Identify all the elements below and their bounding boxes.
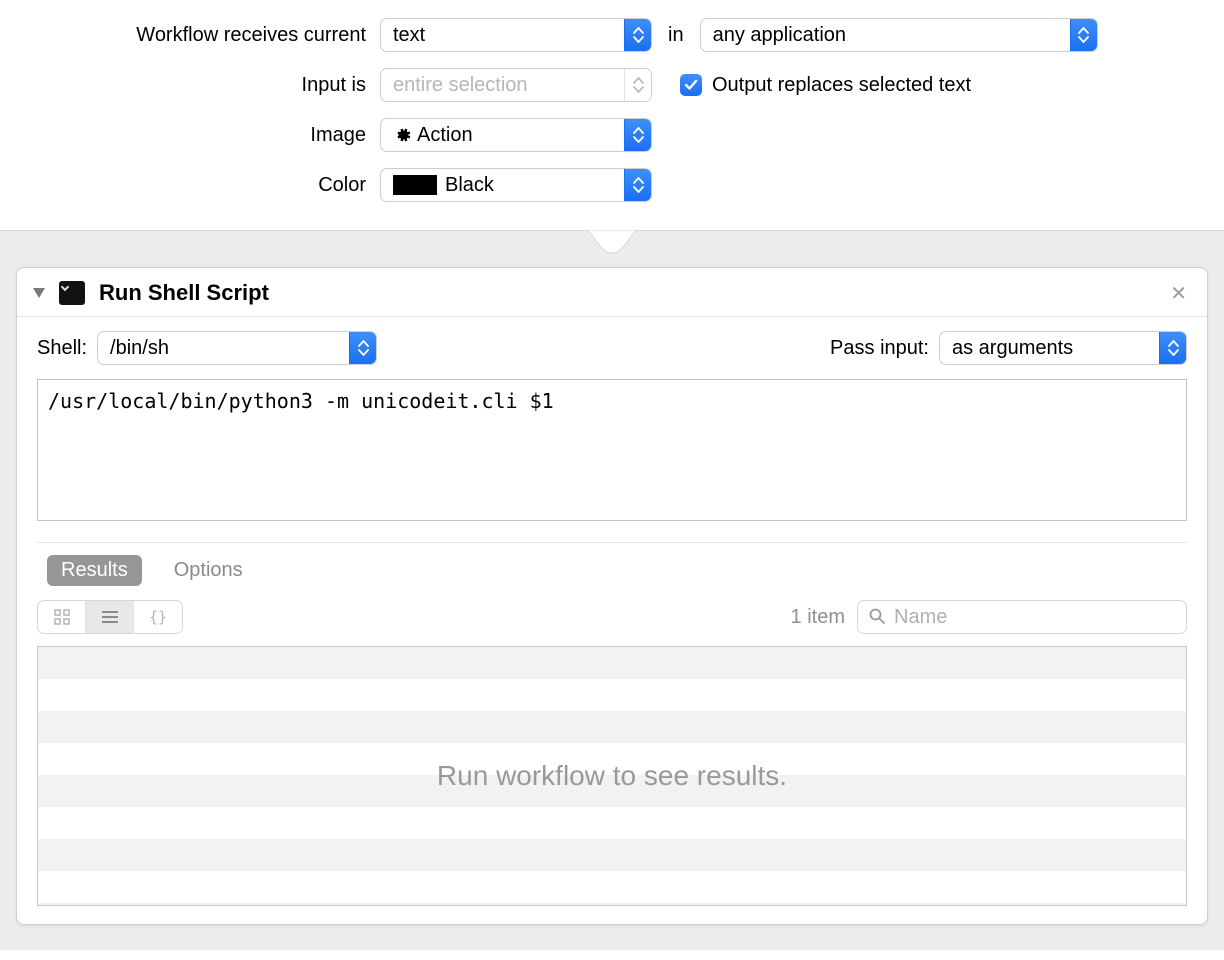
stepper-icon — [1159, 332, 1186, 364]
receives-popup[interactable]: text — [380, 18, 652, 52]
color-value-wrap: Black — [381, 174, 624, 197]
image-value: Action — [417, 124, 473, 147]
image-value-wrap: Action — [381, 124, 624, 147]
gear-icon — [393, 126, 411, 144]
pass-input-value: as arguments — [940, 337, 1159, 360]
action-title: Run Shell Script — [99, 280, 1166, 306]
input-is-value: entire selection — [381, 74, 624, 97]
application-popup[interactable]: any application — [700, 18, 1098, 52]
action-body: Shell: /bin/sh Pass input: as arguments — [17, 317, 1207, 542]
shell-pass-row: Shell: /bin/sh Pass input: as arguments — [37, 331, 1187, 365]
tab-results[interactable]: Results — [47, 555, 142, 586]
stepper-icon — [1070, 19, 1097, 51]
view-list-icon[interactable] — [86, 601, 134, 633]
stepper-icon — [349, 332, 376, 364]
output-replaces-checkbox[interactable]: Output replaces selected text — [680, 74, 971, 97]
stepper-icon — [624, 69, 651, 101]
application-value: any application — [701, 24, 1070, 47]
action-header: Run Shell Script ✕ — [17, 268, 1207, 317]
config-row-input-is: Input is entire selection Output replace… — [0, 68, 1224, 102]
input-is-label: Input is — [0, 74, 380, 97]
pass-input-popup[interactable]: as arguments — [939, 331, 1187, 365]
color-value: Black — [445, 174, 494, 197]
stepper-icon — [624, 19, 651, 51]
receives-value: text — [381, 24, 624, 47]
config-row-receives: Workflow receives current text in any ap… — [0, 18, 1224, 52]
stepper-icon — [624, 119, 651, 151]
pass-input-label: Pass input: — [830, 337, 929, 360]
stepper-icon — [624, 169, 651, 201]
in-label: in — [652, 24, 700, 47]
shell-label: Shell: — [37, 337, 87, 360]
tabs-row: Results Options — [17, 543, 1207, 600]
results-search[interactable] — [857, 600, 1187, 634]
config-row-color: Color Black — [0, 168, 1224, 202]
results-item-count: 1 item — [791, 606, 845, 629]
checkbox-checked-icon — [680, 74, 702, 96]
close-icon[interactable]: ✕ — [1166, 281, 1191, 306]
canvas-notch — [584, 230, 640, 254]
script-textarea[interactable] — [37, 379, 1187, 521]
disclosure-triangle-icon[interactable] — [31, 286, 47, 300]
workflow-config: Workflow receives current text in any ap… — [0, 0, 1224, 230]
search-icon — [868, 607, 886, 628]
tab-options[interactable]: Options — [160, 555, 257, 586]
shell-value: /bin/sh — [98, 337, 349, 360]
view-mode-segmented[interactable]: {} — [37, 600, 183, 634]
shell-popup[interactable]: /bin/sh — [97, 331, 377, 365]
config-row-image: Image Action — [0, 118, 1224, 152]
view-icons-icon[interactable] — [38, 601, 86, 633]
color-swatch-black — [393, 175, 437, 195]
output-replaces-label: Output replaces selected text — [712, 74, 971, 97]
terminal-icon — [59, 281, 85, 305]
view-braces-icon[interactable]: {} — [134, 601, 182, 633]
results-table: Run workflow to see results. — [37, 646, 1187, 906]
workflow-canvas: Run Shell Script ✕ Shell: /bin/sh Pass i… — [0, 230, 1224, 950]
color-popup[interactable]: Black — [380, 168, 652, 202]
color-label: Color — [0, 174, 380, 197]
image-label: Image — [0, 124, 380, 147]
action-run-shell-script: Run Shell Script ✕ Shell: /bin/sh Pass i… — [16, 267, 1208, 925]
input-is-popup[interactable]: entire selection — [380, 68, 652, 102]
results-toolbar: {} 1 item — [17, 600, 1207, 646]
image-popup[interactable]: Action — [380, 118, 652, 152]
results-placeholder: Run workflow to see results. — [38, 647, 1186, 905]
receives-label: Workflow receives current — [0, 24, 380, 47]
results-search-input[interactable] — [894, 606, 1176, 629]
svg-text:{}: {} — [149, 608, 167, 626]
